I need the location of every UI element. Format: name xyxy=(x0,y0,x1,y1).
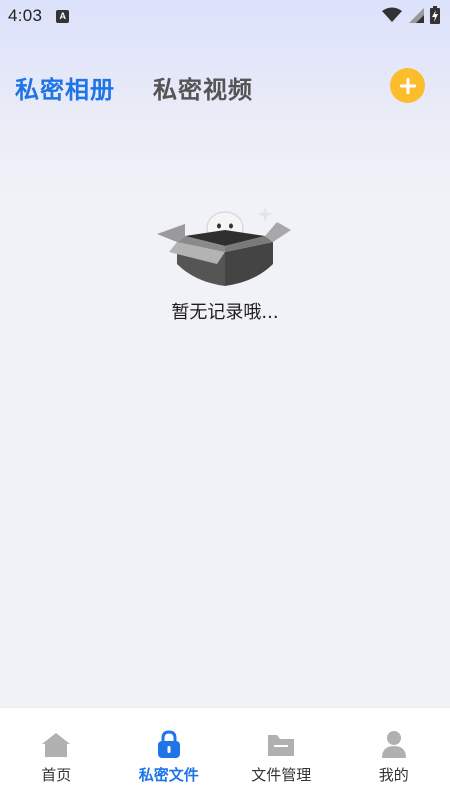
plus-icon xyxy=(398,76,418,96)
folder-icon xyxy=(266,730,296,758)
battery-icon xyxy=(430,6,440,24)
bottom-nav: 首页 私密文件 文件管理 我的 xyxy=(0,707,450,802)
empty-message: 暂无记录哦... xyxy=(171,298,278,324)
signal-icon xyxy=(408,7,424,23)
nav-item-home[interactable]: 首页 xyxy=(0,708,113,802)
nav-label-home: 首页 xyxy=(41,764,71,785)
nav-label-mine: 我的 xyxy=(379,764,409,785)
status-time: 4:03 xyxy=(8,6,42,26)
empty-state: 暂无记录哦... xyxy=(0,200,450,324)
person-icon xyxy=(379,730,409,758)
nav-item-private-files[interactable]: 私密文件 xyxy=(113,708,226,802)
nav-item-mine[interactable]: 我的 xyxy=(338,708,450,802)
tab-private-album[interactable]: 私密相册 xyxy=(15,70,115,105)
tab-bar: 私密相册 私密视频 xyxy=(15,70,253,105)
nav-item-file-manager[interactable]: 文件管理 xyxy=(225,708,338,802)
wifi-icon xyxy=(382,7,402,23)
nav-label-private-files: 私密文件 xyxy=(139,764,199,785)
nav-label-file-manager: 文件管理 xyxy=(251,764,311,785)
home-icon xyxy=(41,730,71,758)
notification-a-icon: A xyxy=(56,10,69,23)
add-button[interactable] xyxy=(390,68,425,103)
lock-icon xyxy=(154,730,184,758)
empty-box-icon xyxy=(155,200,295,288)
status-icons xyxy=(382,6,440,24)
tab-private-video[interactable]: 私密视频 xyxy=(153,70,253,105)
status-bar: 4:03 A xyxy=(0,0,450,32)
